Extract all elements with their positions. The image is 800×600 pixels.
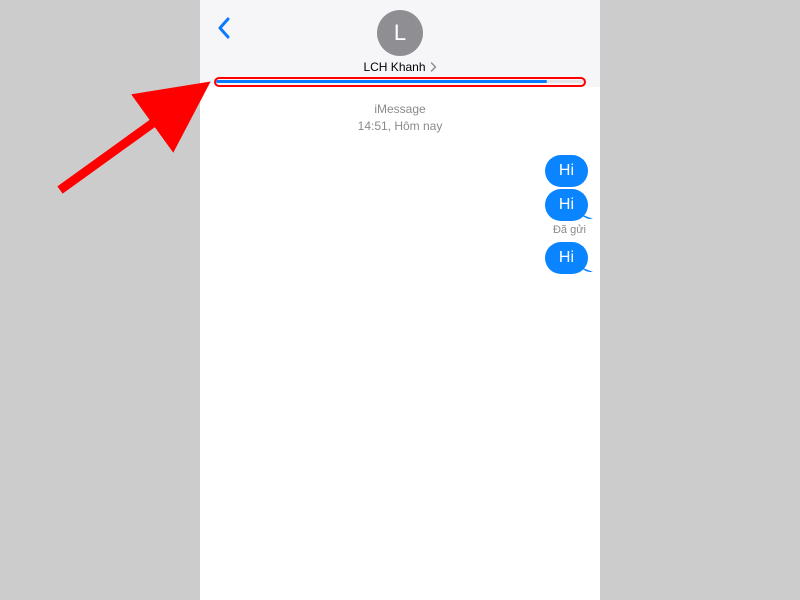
thread-meta: iMessage 14:51, Hôm nay xyxy=(212,101,588,135)
message-row: Hi xyxy=(212,189,588,221)
chevron-right-icon xyxy=(430,62,437,72)
message-row: Hi xyxy=(212,155,588,187)
chevron-left-icon xyxy=(217,17,231,39)
progress-fill xyxy=(216,80,547,83)
contact-avatar[interactable]: L xyxy=(377,10,423,56)
thread-timestamp: 14:51, Hôm nay xyxy=(212,118,588,135)
outgoing-message-bubble[interactable]: Hi xyxy=(545,155,588,187)
conversation-header: L LCH Khanh xyxy=(200,0,600,87)
message-thread[interactable]: iMessage 14:51, Hôm nay HiHiĐã gửiHi xyxy=(200,87,600,600)
delivery-status: Đã gửi xyxy=(212,224,586,236)
progress-track xyxy=(216,80,584,83)
messages-screen: L LCH Khanh iMessage 14:51, Hôm nay HiHi… xyxy=(200,0,600,600)
contact-name-label: LCH Khanh xyxy=(363,60,425,74)
service-label: iMessage xyxy=(212,101,588,118)
outgoing-message-bubble[interactable]: Hi xyxy=(545,242,588,274)
message-row: Hi xyxy=(212,242,588,274)
contact-name-button[interactable]: LCH Khanh xyxy=(363,60,436,74)
back-button[interactable] xyxy=(212,14,236,42)
outgoing-message-bubble[interactable]: Hi xyxy=(545,189,588,221)
send-progress-bar xyxy=(210,80,590,83)
avatar-initial: L xyxy=(394,20,406,46)
